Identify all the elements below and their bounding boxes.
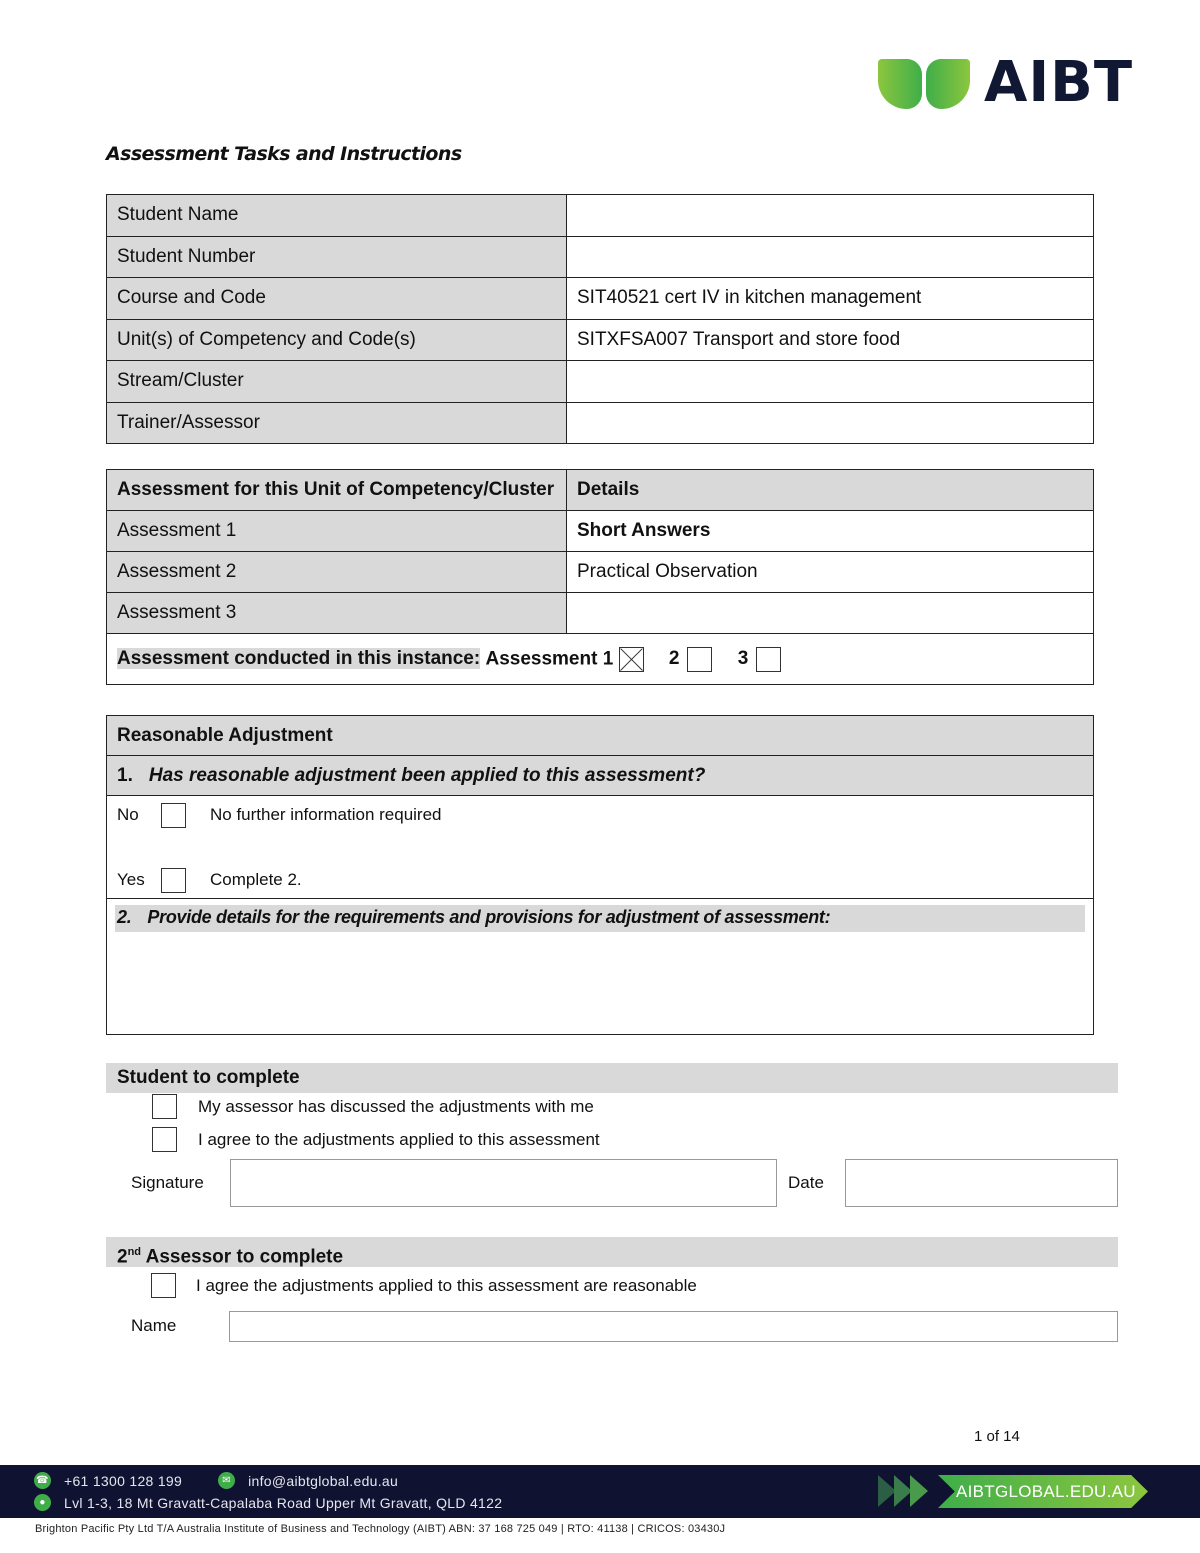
assessments-table: Assessment for this Unit of Competency/C… <box>106 469 1094 685</box>
question-1: 1. Has reasonable adjustment been applied… <box>106 755 1094 796</box>
signature-field[interactable] <box>230 1159 777 1207</box>
header-details: Details <box>566 469 1094 511</box>
yes-checkbox[interactable] <box>161 867 186 893</box>
student-section-header: Student to complete <box>106 1063 1118 1093</box>
table-header-row: Assessment for this Unit of Competency/C… <box>106 469 1094 511</box>
option-no: No No further information required <box>117 802 1083 828</box>
conducted-label: Assessment conducted in this instance: <box>117 648 481 670</box>
option-3-label: 3 <box>737 648 749 670</box>
table-row: Assessment 1 Short Answers <box>106 510 1094 552</box>
student-name-field[interactable] <box>566 194 1094 237</box>
row-label: Student Number <box>106 235 567 278</box>
reasonable-adjustment-header: Reasonable Adjustment <box>106 715 1094 756</box>
page-title: Assessment Tasks and Instructions <box>106 143 462 165</box>
row-label: Assessment 2 <box>106 551 567 593</box>
name-label: Name <box>131 1316 177 1335</box>
row-label: Unit(s) of Competency and Code(s) <box>106 318 567 361</box>
aibt-logo: AIBT <box>876 50 1141 115</box>
table-row: Assessment 3 <box>106 592 1094 634</box>
date-field[interactable] <box>845 1159 1118 1207</box>
assessment-2-checkbox[interactable] <box>687 646 713 672</box>
signature-label: Signature <box>131 1173 204 1192</box>
logo-text: AIBT <box>984 50 1134 115</box>
email-icon: ✉ <box>218 1472 236 1489</box>
assessment-1-details[interactable]: Short Answers <box>566 510 1094 552</box>
date-label: Date <box>788 1173 824 1192</box>
footer-email[interactable]: info@aibtglobal.edu.au <box>248 1473 398 1489</box>
logo-leaf-left-icon <box>878 59 922 109</box>
row-label: Assessment 1 <box>106 510 567 552</box>
student-item: My assessor has discussed the adjustment… <box>152 1094 594 1119</box>
no-checkbox[interactable] <box>161 802 186 828</box>
conducted-prefix: Assessment 1 <box>485 648 614 670</box>
phone-icon: ☎ <box>34 1472 51 1489</box>
unit-competency-field[interactable]: SITXFSA007 Transport and store food <box>566 318 1094 361</box>
assessment-3-details[interactable] <box>566 592 1094 634</box>
assessor-name-field[interactable] <box>229 1311 1118 1342</box>
assessor-agree-checkbox[interactable] <box>151 1273 176 1298</box>
trainer-assessor-field[interactable] <box>566 401 1094 444</box>
reasonable-adjustment-table: Reasonable Adjustment 1. Has reasonable a… <box>106 715 1094 1035</box>
conducted-cell: Assessment conducted in this instance: A… <box>106 633 1094 685</box>
student-info-table: Student Name Student Number Course and C… <box>106 194 1094 444</box>
row-label: Trainer/Assessor <box>106 401 567 444</box>
student-number-field[interactable] <box>566 235 1094 278</box>
option-2-label: 2 <box>668 648 680 670</box>
logo-leaf-right-icon <box>926 59 970 109</box>
conducted-row: Assessment conducted in this instance: A… <box>106 633 1094 685</box>
row-label: Course and Code <box>106 277 567 320</box>
page-number: 1 of 14 <box>974 1428 1020 1445</box>
student-agree-checkbox[interactable] <box>152 1127 177 1152</box>
student-item: I agree to the adjustments applied to th… <box>152 1127 600 1152</box>
table-row: Unit(s) of Competency and Code(s) SITXFSA… <box>106 318 1094 361</box>
stream-cluster-field[interactable] <box>566 360 1094 403</box>
assessor-item: I agree the adjustments applied to this … <box>151 1273 697 1298</box>
adjustment-details-field[interactable]: 2. Provide details for the requirements a… <box>106 898 1094 1035</box>
assessor-discussed-checkbox[interactable] <box>152 1094 177 1119</box>
row-label: Assessment 3 <box>106 592 567 634</box>
row-label: Student Name <box>106 194 567 237</box>
chevron-icon <box>910 1475 928 1507</box>
website-banner[interactable]: AIBTGLOBAL.EDU.AU <box>878 1475 1164 1508</box>
table-row: Stream/Cluster <box>106 360 1094 403</box>
assessment-3-checkbox[interactable] <box>756 646 782 672</box>
assessment-1-checkbox[interactable] <box>618 646 644 672</box>
footer-bar: ☎ +61 1300 128 199 ✉ info@aibtglobal.edu… <box>0 1465 1200 1518</box>
table-row: Student Number <box>106 235 1094 278</box>
adjustment-options: No No further information required Yes C… <box>106 795 1094 899</box>
question-2: 2. Provide details for the requirements a… <box>115 905 1085 932</box>
location-pin-icon: ● <box>34 1494 51 1511</box>
table-row: Assessment 2 Practical Observation <box>106 551 1094 593</box>
legal-text: Brighton Pacific Pty Ltd T/A Australia I… <box>35 1523 726 1535</box>
table-row: Student Name <box>106 194 1094 237</box>
row-label: Stream/Cluster <box>106 360 567 403</box>
website-link[interactable]: AIBTGLOBAL.EDU.AU <box>956 1475 1136 1508</box>
table-row: Course and Code SIT40521 cert IV in kitch… <box>106 277 1094 320</box>
assessment-2-details[interactable]: Practical Observation <box>566 551 1094 593</box>
footer-phone: +61 1300 128 199 <box>64 1472 183 1489</box>
header-assessment: Assessment for this Unit of Competency/C… <box>106 469 567 511</box>
option-yes: Yes Complete 2. <box>117 867 1083 893</box>
course-code-field[interactable]: SIT40521 cert IV in kitchen management <box>566 277 1094 320</box>
footer-address: Lvl 1-3, 18 Mt Gravatt-Capalaba Road Upp… <box>64 1494 503 1511</box>
table-row: Trainer/Assessor <box>106 401 1094 444</box>
assessor-section-header: 2nd Assessor to complete <box>106 1237 1118 1267</box>
